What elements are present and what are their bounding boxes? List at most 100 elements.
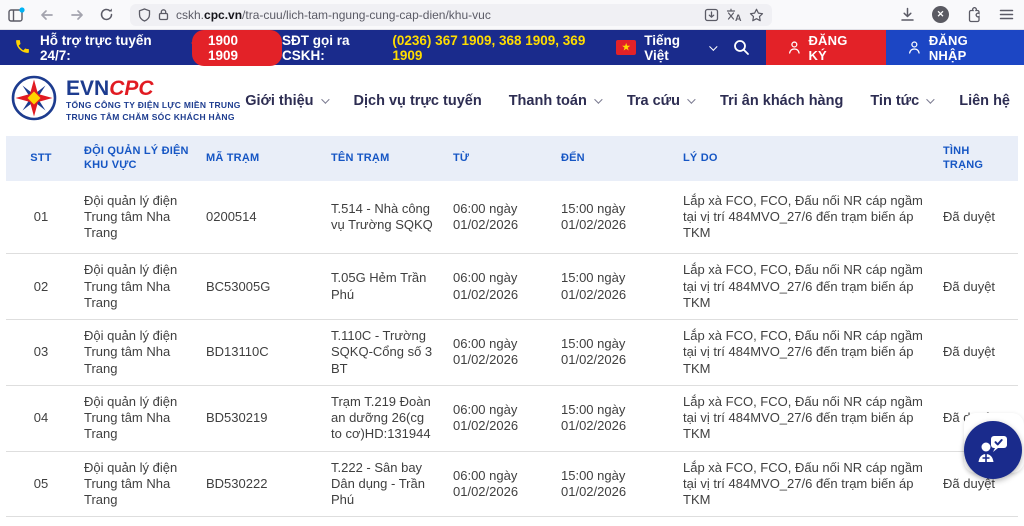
cell-team: Đội quản lý điện Trung tâm Nha Trang <box>76 254 198 320</box>
table-row: 05Đội quản lý điện Trung tâm Nha TrangBD… <box>6 451 1018 517</box>
extensions-puzzle-icon[interactable] <box>966 7 982 23</box>
cell-reason: Lắp xà FCO, FCO, Đấu nối NR cáp ngầm tại… <box>675 517 935 526</box>
chat-agent-icon <box>976 434 1010 466</box>
nav-item-tra-cuu[interactable]: Tra cứu <box>627 93 693 109</box>
evncpc-logo[interactable]: EVNCPC TỔNG CÔNG TY ĐIỆN LỰC MIỀN TRUNG … <box>10 74 241 127</box>
cell-team: Đội quản lý điện Trung tâm Nha Trang <box>76 385 198 451</box>
nav-item-tri-an[interactable]: Tri ân khách hàng <box>720 93 843 109</box>
svg-text:A: A <box>735 13 742 22</box>
back-icon[interactable] <box>39 8 55 22</box>
chevron-down-icon <box>709 42 717 50</box>
cell-from: 06:00 ngày 01/02/2026 <box>445 181 553 254</box>
language-selector[interactable]: Tiếng Việt <box>644 33 715 63</box>
phone-icon <box>14 38 31 58</box>
chevron-down-icon <box>321 95 329 103</box>
cell-stt: 03 <box>6 320 76 386</box>
cell-stt: 02 <box>6 254 76 320</box>
url-bar[interactable]: cskh.cpc.vn/tra-cuu/lich-tam-ngung-cung-… <box>130 4 772 26</box>
nav-item-dich-vu[interactable]: Dịch vụ trực tuyến <box>354 93 482 109</box>
nav-item-lien-he[interactable]: Liên hệ <box>959 93 1010 109</box>
table-row: 02Đội quản lý điện Trung tâm Nha TrangBC… <box>6 254 1018 320</box>
search-icon[interactable] <box>733 39 750 56</box>
nav-item-tin-tuc[interactable]: Tin tức <box>870 93 932 109</box>
cell-from: 06:00 ngày 01/02/2026 <box>445 385 553 451</box>
cell-stt: 04 <box>6 385 76 451</box>
cskh-label: SĐT gọi ra CSKH: <box>282 33 386 63</box>
cell-team: Đội quản lý điện Trung tâm Nha Trang <box>76 517 198 526</box>
chevron-down-icon <box>687 95 695 103</box>
language-label: Tiếng Việt <box>644 33 702 63</box>
cell-from: 06:00 ngày 01/02/2026 <box>445 451 553 517</box>
table-row: 01Đội quản lý điện Trung tâm Nha Trang02… <box>6 181 1018 254</box>
cskh-numbers: (0236) 367 1909, 368 1909, 369 1909 <box>392 33 600 63</box>
cell-name: T.514 - Nhà công vụ Trường SQKQ <box>323 181 445 254</box>
center-name: TRUNG TÂM CHĂM SÓC KHÁCH HÀNG <box>66 112 241 123</box>
login-button[interactable]: ĐĂNG NHẬP <box>886 30 1024 65</box>
cell-from: 06:00 ngày 01/02/2026 <box>445 320 553 386</box>
cell-name: Trạm T.230-CTTNHH Thái Hòa Thịnh-Hẻm 86 … <box>323 517 445 526</box>
lock-icon[interactable] <box>158 8 169 21</box>
url-text[interactable]: cskh.cpc.vn/tra-cuu/lich-tam-ngung-cung-… <box>176 8 697 22</box>
downloads-icon[interactable] <box>900 7 915 22</box>
support-label: Hỗ trợ trực tuyến 24/7: <box>40 33 173 63</box>
col-ma-tram: MÃ TRẠM <box>198 136 323 181</box>
menu-hamburger-icon[interactable] <box>999 8 1014 21</box>
col-tinh-trang: TÌNH TRẠNG <box>935 136 1018 181</box>
cell-reason: Lắp xà FCO, FCO, Đấu nối NR cáp ngầm tại… <box>675 181 935 254</box>
forward-icon[interactable] <box>69 8 85 22</box>
browser-toolbar: cskh.cpc.vn/tra-cuu/lich-tam-ngung-cung-… <box>0 0 1024 30</box>
table-header-row: STT ĐỘI QUẢN LÝ ĐIỆN KHU VỰC MÃ TRẠM TÊN… <box>6 136 1018 181</box>
top-utility-bar: Hỗ trợ trực tuyến 24/7: 1900 1909 SĐT gọ… <box>0 30 1024 65</box>
table-row: 03Đội quản lý điện Trung tâm Nha TrangBD… <box>6 320 1018 386</box>
table-row: 04Đội quản lý điện Trung tâm Nha TrangBD… <box>6 385 1018 451</box>
table-row: 06Đội quản lý điện Trung tâm Nha TrangBD… <box>6 517 1018 526</box>
outage-table: STT ĐỘI QUẢN LÝ ĐIỆN KHU VỰC MÃ TRẠM TÊN… <box>6 136 1018 526</box>
col-ten-tram: TÊN TRẠM <box>323 136 445 181</box>
vietnam-flag-icon: ★ <box>616 40 636 55</box>
save-page-icon[interactable] <box>704 8 719 22</box>
user-icon <box>908 40 921 55</box>
cell-from: 06:00 ngày 01/02/2026 <box>445 517 553 526</box>
outage-table-wrap: STT ĐỘI QUẢN LÝ ĐIỆN KHU VỰC MÃ TRẠM TÊN… <box>6 136 1018 526</box>
cell-code: BD530230 <box>198 517 323 526</box>
login-label: ĐĂNG NHẬP <box>929 33 1002 63</box>
translate-icon[interactable]: A <box>726 8 742 22</box>
cell-status: Đã duyệt <box>935 320 1018 386</box>
evn-star-icon <box>10 74 58 127</box>
register-label: ĐĂNG KÝ <box>808 33 864 63</box>
extension-blocker-icon[interactable]: ✕ <box>932 6 949 23</box>
cell-to: 15:00 ngày 01/02/2026 <box>553 254 675 320</box>
cell-status: Đã duyệt <box>935 254 1018 320</box>
cell-stt: 01 <box>6 181 76 254</box>
register-button[interactable]: ĐĂNG KÝ <box>766 30 886 65</box>
company-name: TỔNG CÔNG TY ĐIỆN LỰC MIỀN TRUNG <box>66 100 241 111</box>
cell-reason: Lắp xà FCO, FCO, Đấu nối NR cáp ngầm tại… <box>675 451 935 517</box>
cell-code: 0200514 <box>198 181 323 254</box>
sidebar-toggle-icon[interactable] <box>8 7 25 23</box>
cell-stt: 06 <box>6 517 76 526</box>
cell-stt: 05 <box>6 451 76 517</box>
chevron-down-icon <box>926 95 934 103</box>
nav-item-gioi-thieu[interactable]: Giới thiệu <box>245 93 326 109</box>
nav-item-thanh-toan[interactable]: Thanh toán <box>509 93 600 109</box>
col-den: ĐẾN <box>553 136 675 181</box>
shield-icon[interactable] <box>138 8 151 22</box>
col-stt: STT <box>6 136 76 181</box>
hotline-badge[interactable]: 1900 1909 <box>192 30 282 66</box>
table-body: 01Đội quản lý điện Trung tâm Nha Trang02… <box>6 181 1018 526</box>
bookmark-star-icon[interactable] <box>749 8 764 22</box>
col-doi-quan-ly: ĐỘI QUẢN LÝ ĐIỆN KHU VỰC <box>76 136 198 181</box>
user-icon <box>788 40 801 55</box>
cell-reason: Lắp xà FCO, FCO, Đấu nối NR cáp ngầm tại… <box>675 254 935 320</box>
cell-to: 15:00 ngày 01/02/2026 <box>553 181 675 254</box>
cell-name: T.05G Hẻm Trần Phú <box>323 254 445 320</box>
chat-support-button[interactable] <box>964 421 1022 479</box>
reload-icon[interactable] <box>99 7 114 22</box>
cell-reason: Lắp xà FCO, FCO, Đấu nối NR cáp ngầm tại… <box>675 320 935 386</box>
cell-to: 15:00 ngày 01/02/2026 <box>553 385 675 451</box>
brand-name: EVNCPC <box>66 78 241 100</box>
cell-reason: Lắp xà FCO, FCO, Đấu nối NR cáp ngầm tại… <box>675 385 935 451</box>
cell-status: Đã duyệt <box>935 181 1018 254</box>
col-tu: TỪ <box>445 136 553 181</box>
chevron-down-icon <box>594 95 602 103</box>
